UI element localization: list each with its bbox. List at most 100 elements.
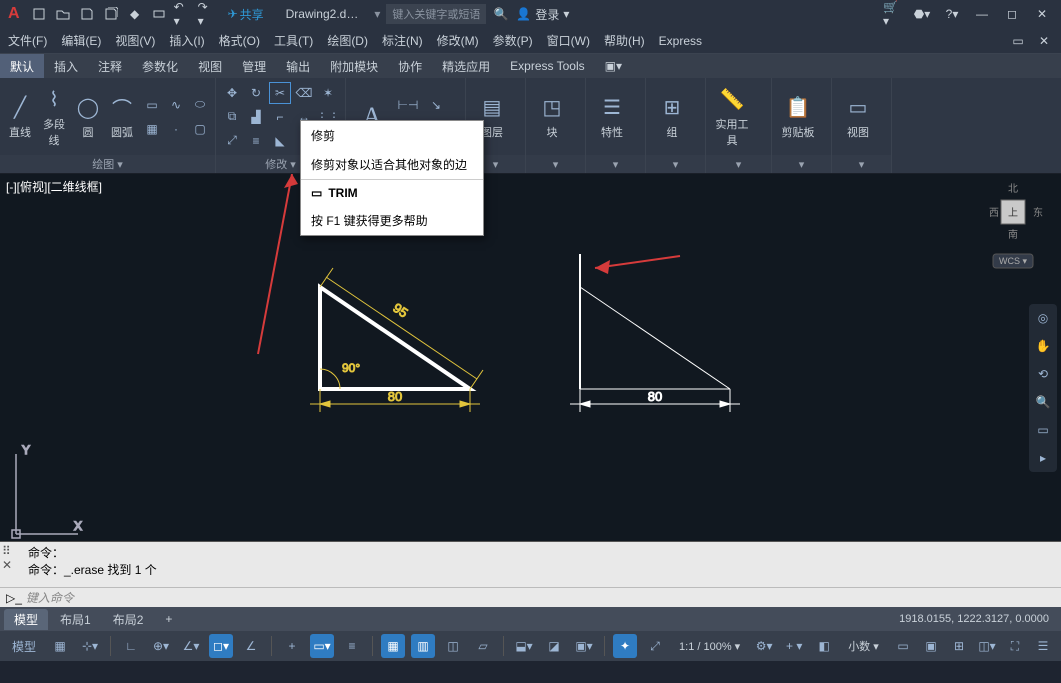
qp-icon[interactable]: ▦ — [381, 634, 405, 658]
menu-view[interactable]: 视图(V) — [115, 32, 155, 49]
mirror-icon[interactable]: ▟ — [246, 107, 266, 127]
tab-overflow-icon[interactable]: ▣▾ — [595, 54, 632, 78]
ucs-dd-icon[interactable]: ⬓▾ — [512, 634, 536, 658]
plus-icon[interactable]: + ▾ — [782, 634, 806, 658]
menu-express[interactable]: Express — [659, 34, 702, 48]
s6-icon[interactable]: ☰ — [1031, 634, 1055, 658]
line-button[interactable]: ╱直线 — [6, 94, 34, 140]
region-icon[interactable]: ▢ — [190, 119, 210, 139]
g2-icon[interactable]: ▣▾ — [572, 634, 596, 658]
help-icon[interactable]: ?▾ — [943, 5, 961, 23]
search-input[interactable]: 键入关键字或短语 — [386, 4, 486, 24]
menu-help[interactable]: 帮助(H) — [604, 32, 645, 49]
p1-icon[interactable]: ◧ — [812, 634, 836, 658]
panel-draw-title[interactable]: 绘图 ▾ — [0, 155, 215, 173]
point-icon[interactable]: · — [166, 119, 186, 139]
menu-tools[interactable]: 工具(T) — [274, 32, 313, 49]
anno-vis-icon[interactable]: ✦ — [613, 634, 637, 658]
anno-scale-icon[interactable]: ⤢ — [643, 634, 667, 658]
ortho-icon[interactable]: ∟ — [119, 634, 143, 658]
ribbon-close-icon[interactable]: ✕ — [1035, 32, 1053, 50]
menu-format[interactable]: 格式(O) — [219, 32, 260, 49]
s3-icon[interactable]: ⊞ — [947, 634, 971, 658]
s1-icon[interactable]: ▭ — [891, 634, 915, 658]
status-model[interactable]: 模型 — [6, 634, 42, 658]
search-icon[interactable]: 🔍 — [492, 5, 510, 23]
tab-annot[interactable]: 注释 — [88, 54, 132, 78]
plot-icon[interactable] — [150, 5, 168, 23]
tab-express[interactable]: Express Tools — [500, 54, 594, 78]
tab-param[interactable]: 参数化 — [132, 54, 188, 78]
tab-collab[interactable]: 协作 — [388, 54, 432, 78]
tab-insert[interactable]: 插入 — [44, 54, 88, 78]
leader-icon[interactable]: ↘ — [426, 95, 446, 115]
hatch-icon[interactable]: ▦ — [142, 119, 162, 139]
new-icon[interactable] — [30, 5, 48, 23]
rect-icon[interactable]: ▭ — [142, 95, 162, 115]
rotate-icon[interactable]: ↻ — [246, 83, 266, 103]
erase-icon[interactable]: ⌫ — [294, 83, 314, 103]
osnap-icon[interactable]: ◻▾ — [209, 634, 233, 658]
prop-button[interactable]: ☰特性 — [592, 94, 632, 140]
grid-icon[interactable]: ▦ — [48, 634, 72, 658]
menu-file[interactable]: 文件(F) — [8, 32, 47, 49]
app-icon[interactable]: ⬣▾ — [913, 5, 931, 23]
tab-output[interactable]: 输出 — [276, 54, 320, 78]
close-icon[interactable]: ✕ — [1033, 5, 1051, 23]
gear-icon[interactable]: ⚙▾ — [752, 634, 776, 658]
block-button[interactable]: ◳块 — [532, 94, 572, 140]
arc-button[interactable]: ⌒圆弧 — [108, 94, 136, 140]
open-icon[interactable] — [54, 5, 72, 23]
cart-icon[interactable]: 🛒▾ — [883, 5, 901, 23]
layout-add-icon[interactable]: + — [155, 610, 182, 628]
polar-icon[interactable]: ⊕▾ — [149, 634, 173, 658]
undo-icon[interactable]: ↶ ▾ — [174, 5, 192, 23]
tab-featured[interactable]: 精选应用 — [432, 54, 500, 78]
command-input[interactable]: ▷_ 键入命令 — [0, 587, 1061, 607]
ellipse-icon[interactable]: ⬭ — [190, 95, 210, 115]
anno-label[interactable]: 小数 ▾ — [842, 638, 885, 654]
menu-window[interactable]: 窗口(W) — [547, 32, 590, 49]
trim-icon[interactable]: ✂ — [270, 83, 290, 103]
ribbon-min-icon[interactable]: ▭ — [1009, 32, 1027, 50]
explode-icon[interactable]: ✶ — [318, 83, 338, 103]
fillet-icon[interactable]: ⌐ — [270, 107, 290, 127]
iso2-icon[interactable]: ▱ — [471, 634, 495, 658]
util-button[interactable]: 📏实用工具 — [712, 86, 752, 148]
redo-icon[interactable]: ↷ ▾ — [198, 5, 216, 23]
s5-icon[interactable]: ⛶ — [1003, 634, 1027, 658]
command-history[interactable]: ⠿✕ 命令： 命令：_.erase 找到 1 个 — [0, 541, 1061, 587]
menu-draw[interactable]: 绘图(D) — [327, 32, 368, 49]
menu-insert[interactable]: 插入(I) — [169, 32, 204, 49]
drawing-canvas[interactable]: [-][俯视][二维线框] 北 西 上 东 南 WCS ▾ ◎ ✋ ⟲ 🔍 ▭ … — [0, 174, 1061, 541]
sc-icon[interactable]: ▥ — [411, 634, 435, 658]
dyn-icon[interactable]: + — [280, 634, 304, 658]
scale-icon[interactable]: ⤢ — [222, 131, 242, 151]
dim-icon[interactable]: ⊢⊣ — [398, 95, 418, 115]
save-icon[interactable] — [78, 5, 96, 23]
iso-icon[interactable]: ∠▾ — [179, 634, 203, 658]
menu-dim[interactable]: 标注(N) — [382, 32, 423, 49]
layout-model[interactable]: 模型 — [4, 609, 48, 630]
group-button[interactable]: ⊞组 — [652, 94, 692, 140]
s4-icon[interactable]: ◫▾ — [975, 634, 999, 658]
spline-icon[interactable]: ∿ — [166, 95, 186, 115]
chamfer-icon[interactable]: ◣ — [270, 131, 290, 151]
move-icon[interactable]: ✥ — [222, 83, 242, 103]
pline-button[interactable]: ⌇多段线 — [40, 86, 68, 148]
s2-icon[interactable]: ▣ — [919, 634, 943, 658]
tab-default[interactable]: 默认 — [0, 54, 44, 78]
layout-1[interactable]: 布局1 — [50, 609, 101, 630]
g1-icon[interactable]: ◪ — [542, 634, 566, 658]
view-button[interactable]: ▭视图 — [838, 94, 878, 140]
menu-edit[interactable]: 编辑(E) — [61, 32, 101, 49]
menu-param[interactable]: 参数(P) — [493, 32, 533, 49]
tpy-icon[interactable]: ≡ — [340, 634, 364, 658]
cmd-handle-icon[interactable]: ⠿✕ — [2, 544, 12, 572]
minimize-icon[interactable]: — — [973, 5, 991, 23]
tab-manage[interactable]: 管理 — [232, 54, 276, 78]
maximize-icon[interactable]: ◻ — [1003, 5, 1021, 23]
tab-view[interactable]: 视图 — [188, 54, 232, 78]
layout-2[interactable]: 布局2 — [103, 609, 154, 630]
clip-button[interactable]: 📋剪贴板 — [778, 94, 818, 140]
